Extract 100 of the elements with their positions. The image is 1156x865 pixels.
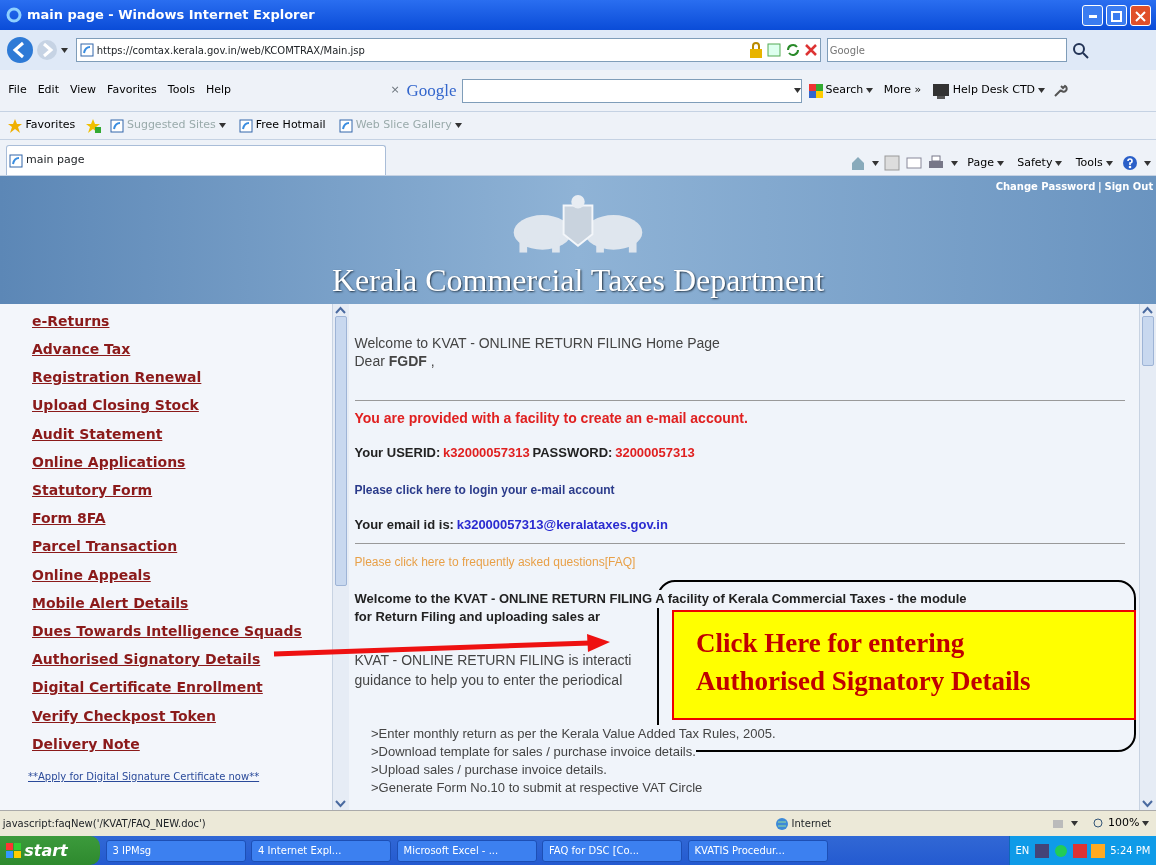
browser-logo-icon: [5, 7, 22, 23]
page-icon: [239, 118, 254, 133]
close-button[interactable]: [1129, 4, 1151, 26]
maximize-button[interactable]: [1105, 4, 1127, 26]
help-desk-button[interactable]: Help Desk CTD: [928, 80, 1049, 101]
caret-icon: [454, 123, 462, 128]
zoom-button[interactable]: 100%: [1089, 814, 1154, 833]
refresh-icon[interactable]: [784, 42, 801, 58]
credential-value: 32000057313: [615, 444, 695, 462]
sidebar-link[interactable]: Registration Renewal: [32, 363, 332, 392]
sidebar-link[interactable]: Mobile Alert Details: [32, 588, 332, 617]
page-icon: [339, 118, 353, 133]
caret-icon: [866, 88, 874, 93]
email-address: k32000057313@keralataxes.gov.in: [456, 516, 668, 534]
more-button[interactable]: More »: [879, 81, 926, 100]
certificate-link[interactable]: **Apply for Digital Signature Certificate now**: [28, 769, 260, 784]
menu-item[interactable]: Favorites: [101, 81, 163, 100]
scrollbar[interactable]: [332, 304, 349, 810]
caret-icon: [1037, 88, 1045, 93]
browser-tab[interactable]: main page: [5, 145, 386, 175]
callout-text: Authorised Signatory Details: [696, 665, 1032, 698]
bullet-text: >Enter monthly return as per the Kerala Value Added Tax Rules, 2005.: [371, 725, 776, 743]
caret-icon: [871, 160, 879, 166]
scroll-thumb[interactable]: [1142, 316, 1154, 366]
sidebar-link[interactable]: Online Applications: [32, 447, 332, 476]
lock-icon: [749, 42, 764, 58]
taskbar-button[interactable]: 4 Internet Expl...: [251, 839, 391, 862]
back-icon[interactable]: [5, 36, 34, 64]
star-icon: [6, 117, 23, 134]
menu-item[interactable]: File: [2, 81, 33, 100]
scroll-up-icon[interactable]: [1140, 304, 1155, 316]
stop-icon[interactable]: [803, 43, 818, 57]
caret-icon: [1143, 160, 1151, 166]
sidebar-link[interactable]: Parcel Transaction: [32, 532, 332, 561]
page-icon: [110, 118, 125, 133]
taskbar-button[interactable]: FAQ for DSC [Co...: [542, 839, 682, 862]
menu-item[interactable]: Tools: [162, 81, 201, 100]
caret-icon: [1055, 160, 1063, 166]
search-button[interactable]: Search: [804, 81, 878, 100]
email-label: Your email id is:: [354, 516, 454, 534]
sidebar-link[interactable]: Delivery Note: [32, 729, 332, 758]
close-icon: [1133, 9, 1147, 23]
url-text: https://comtax.kerala.gov.in/web/KCOMTRAX/Main.jsp: [96, 43, 365, 58]
favorites-item[interactable]: Favorites: [2, 116, 80, 135]
login-link[interactable]: Please click here to login your e-mail account: [354, 481, 615, 499]
caret-icon: [950, 160, 958, 166]
greeting-text: Dear FGDF ,: [354, 352, 436, 370]
monitor-icon: [932, 81, 951, 100]
page-icon: [9, 153, 24, 168]
taskbar-button[interactable]: Microsoft Excel - ...: [396, 839, 537, 862]
credential-label: Your USERID:: [354, 444, 441, 462]
welcome-text: Welcome to KVAT - ONLINE RETURN FILING Home Page: [354, 334, 721, 352]
menu-item[interactable]: View: [64, 81, 102, 100]
callout-box[interactable]: Click Here for entering Authorised Signatory Details: [672, 610, 1136, 720]
minimize-button[interactable]: [1082, 4, 1103, 26]
caret-icon: [218, 123, 226, 128]
sidebar-link[interactable]: Upload Closing Stock: [32, 391, 332, 420]
credential-label: PASSWORD:: [532, 444, 613, 462]
sidebar-link[interactable]: Form 8FA: [32, 504, 332, 533]
google-logo: Google: [406, 79, 457, 102]
help-icon[interactable]: [1122, 155, 1138, 171]
scroll-down-icon[interactable]: [333, 798, 348, 810]
link-separator: |: [1098, 179, 1102, 194]
status-text: javascript:faqNew('/KVAT/FAQ_NEW.doc'): [2, 817, 206, 831]
sidebar-link[interactable]: Digital Certificate Enrollment: [32, 673, 332, 702]
favorites-item[interactable]: Free Hotmail: [235, 116, 330, 135]
google-search-field[interactable]: [462, 78, 802, 103]
taskbar-button[interactable]: 3 IPMsg: [105, 839, 246, 862]
add-favorite-icon[interactable]: [84, 117, 101, 134]
command-menu[interactable]: Safety: [1013, 153, 1067, 173]
scroll-down-icon[interactable]: [1140, 798, 1155, 810]
print-icon[interactable]: [927, 155, 946, 171]
menu-item[interactable]: Help: [200, 81, 237, 100]
close-toolbar-button[interactable]: ×: [386, 81, 404, 100]
sidebar-link[interactable]: Dues Towards Intelligence Squads: [32, 617, 332, 646]
start-button[interactable]: start: [0, 836, 100, 865]
scrollbar[interactable]: [1139, 304, 1156, 810]
sidebar-link[interactable]: Statutory Form: [32, 475, 332, 505]
globe-icon: [774, 816, 789, 831]
sidebar-link[interactable]: Authorised Signatory Details: [32, 645, 332, 674]
command-menu[interactable]: Page: [963, 153, 1008, 173]
taskbar-button[interactable]: KVATIS Procedur...: [687, 839, 828, 862]
bullet-text: >Download template for sales / purchase invoice details.: [371, 743, 696, 761]
sidebar-link[interactable]: Advance Tax: [32, 334, 332, 364]
intro-text: Welcome to the KVAT - ONLINE RETURN FILING A facility of Kerala Commercial Taxes - the module: [354, 590, 967, 608]
sidebar-link[interactable]: Verify Checkpost Token: [32, 701, 332, 730]
scroll-up-icon[interactable]: [333, 304, 348, 316]
command-menu[interactable]: Tools: [1071, 153, 1117, 173]
credential-value: k32000057313: [442, 444, 530, 462]
sidebar-link[interactable]: Online Appeals: [32, 560, 332, 589]
address-field[interactable]: https://comtax.kerala.gov.in/web/KCOMTRAX/Main.jsp: [76, 38, 822, 62]
sidebar-link[interactable]: Audit Statement: [32, 419, 332, 448]
menu-item[interactable]: Edit: [32, 81, 65, 100]
zoom-icon: [1093, 817, 1106, 830]
minimize-icon: [1088, 14, 1097, 18]
scroll-thumb[interactable]: [335, 316, 347, 586]
search-field[interactable]: Google: [826, 38, 1067, 62]
sidebar-link[interactable]: e-Returns: [32, 306, 332, 335]
caret-icon: [794, 88, 801, 93]
windows-logo-icon: [5, 842, 22, 859]
